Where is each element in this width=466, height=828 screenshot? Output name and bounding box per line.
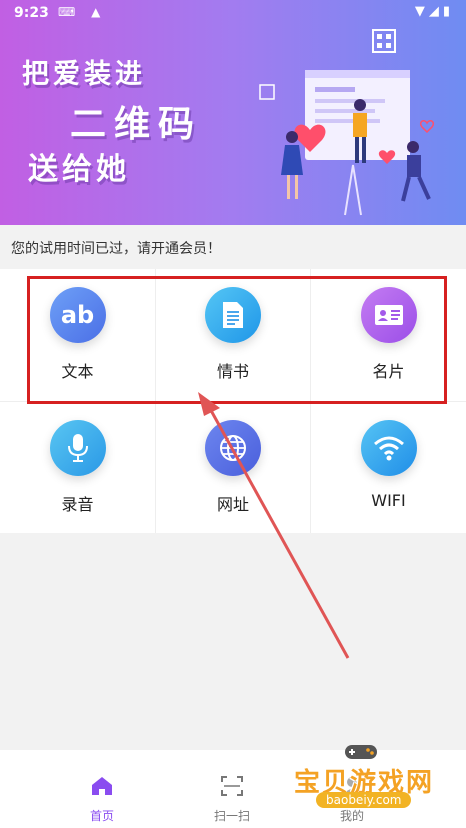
signal-battery-icons: ▼◢▮ bbox=[414, 4, 454, 19]
home-icon bbox=[92, 777, 112, 795]
highlight-box bbox=[27, 276, 447, 404]
promo-line-1: 把爱装进 bbox=[22, 59, 146, 90]
status-bar: 9:23 ⌨ ▲ ▼◢▮ bbox=[0, 0, 466, 28]
grid-item-url[interactable]: 网址 bbox=[155, 401, 310, 533]
nav-home-label: 首页 bbox=[89, 809, 114, 823]
watermark-url: baobeiy.com bbox=[316, 792, 412, 808]
wifi-icon bbox=[360, 420, 417, 476]
grid-item-label: 录音 bbox=[61, 495, 94, 514]
scan-icon bbox=[221, 776, 243, 796]
membership-expired-notice: 您的试用时间已过，请开通会员！ bbox=[0, 225, 466, 269]
gamepad-icon bbox=[345, 745, 377, 759]
couple-illustration bbox=[259, 29, 435, 216]
microphone-icon bbox=[49, 420, 106, 476]
promo-line-3: 送给她 bbox=[28, 152, 130, 187]
grid-item-recording[interactable]: 录音 bbox=[0, 401, 155, 533]
status-time: 9:23 bbox=[14, 5, 49, 21]
promo-banner[interactable]: 9:23 ⌨ ▲ ▼◢▮ 把爱装进 二维码 送给她 bbox=[0, 0, 466, 225]
globe-icon bbox=[205, 420, 261, 476]
nav-scan[interactable]: 扫一扫 bbox=[192, 776, 272, 824]
grid-item-label: WIFI bbox=[371, 491, 406, 510]
site-watermark: 宝贝游戏网 baobeiy.com bbox=[286, 742, 466, 828]
notification-icons: ⌨ ▲ bbox=[58, 5, 107, 19]
nav-scan-label: 扫一扫 bbox=[213, 809, 250, 823]
grid-item-label: 网址 bbox=[216, 495, 249, 514]
nav-home[interactable]: 首页 bbox=[62, 776, 142, 824]
promo-line-2: 二维码 bbox=[70, 104, 203, 145]
grid-item-wifi[interactable]: WIFI bbox=[310, 401, 466, 533]
